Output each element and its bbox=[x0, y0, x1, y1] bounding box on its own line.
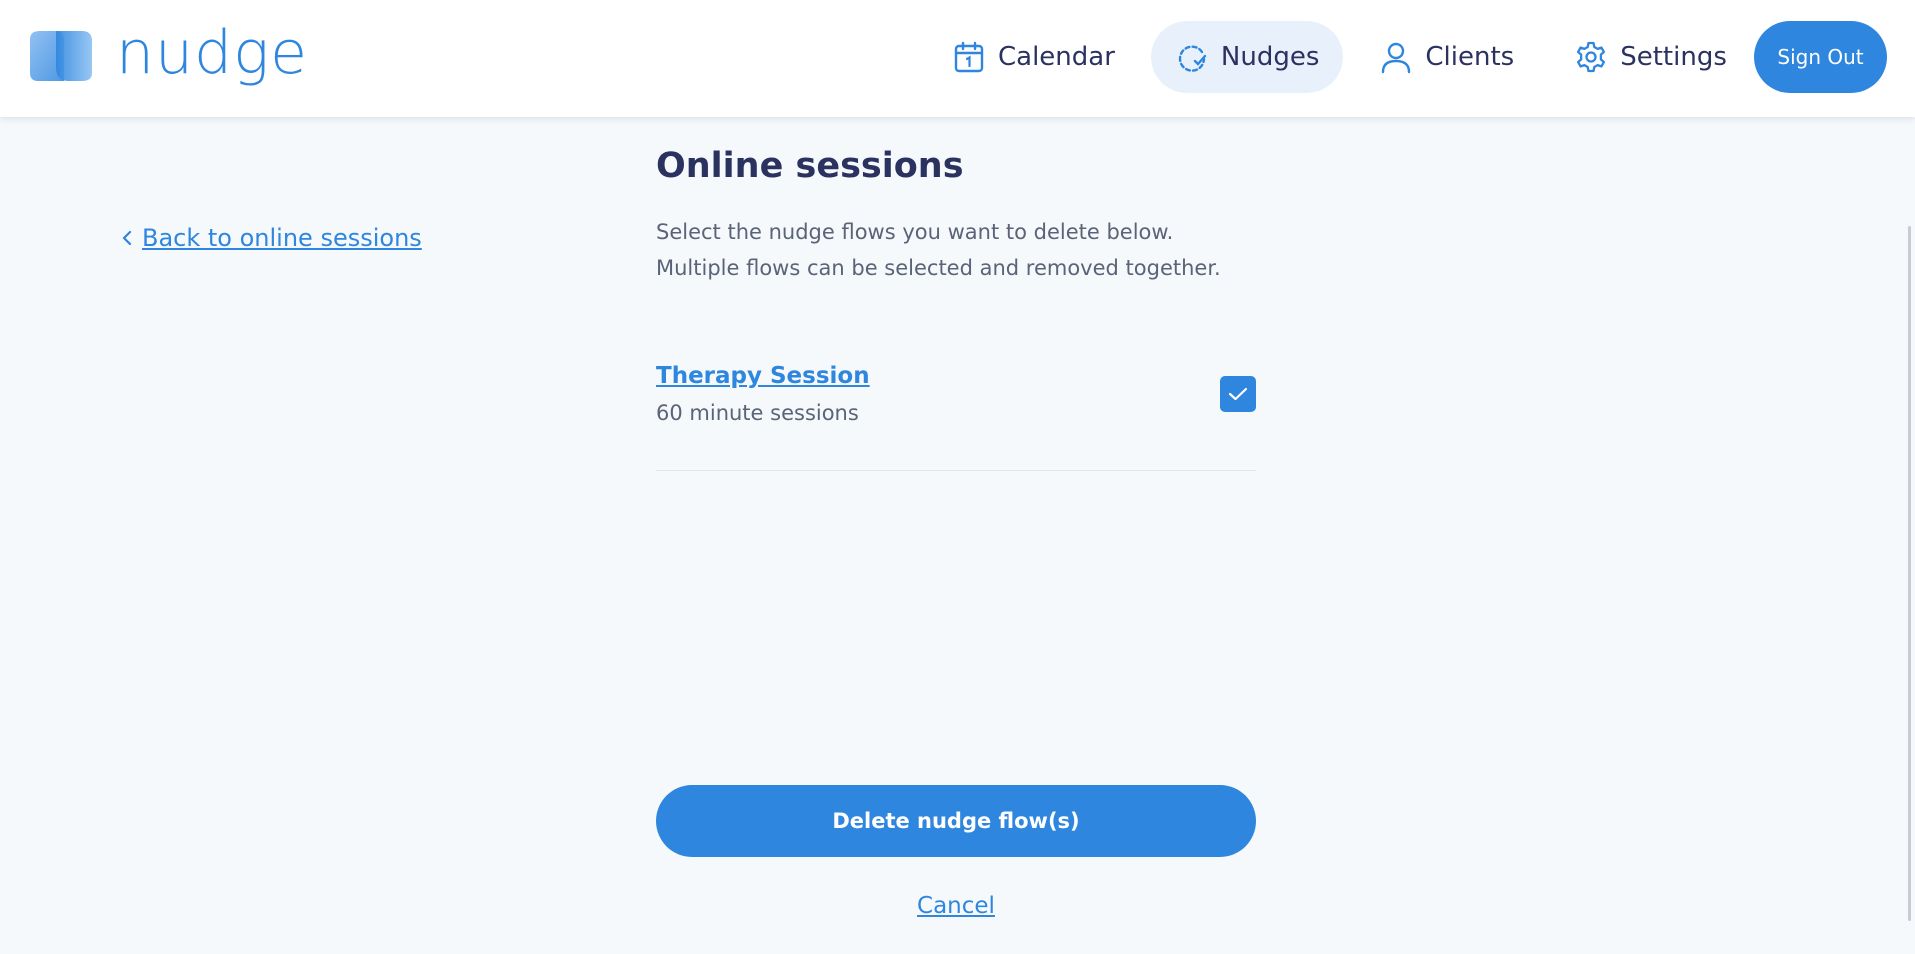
user-icon bbox=[1382, 42, 1411, 74]
back-link-label: Back to online sessions bbox=[142, 224, 422, 252]
main-content: Online sessions Select the nudge flows y… bbox=[656, 140, 1256, 471]
nav-item-clients[interactable]: Clients bbox=[1355, 21, 1538, 93]
nav-item-label: Calendar bbox=[998, 42, 1115, 72]
nav-item-label: Clients bbox=[1425, 42, 1515, 72]
flow-select-checkbox[interactable] bbox=[1220, 376, 1256, 412]
back-to-online-sessions-link[interactable]: Back to online sessions bbox=[120, 224, 422, 252]
nav-item-label: Nudges bbox=[1220, 42, 1320, 72]
scrollbar[interactable] bbox=[1908, 226, 1911, 921]
top-navigation-bar: nudge Calendar Nudges Clients Settings S… bbox=[0, 0, 1915, 117]
nav-item-nudges[interactable]: Nudges bbox=[1150, 21, 1344, 93]
nav-item-label: Settings bbox=[1620, 42, 1727, 72]
page-title: Online sessions bbox=[656, 146, 964, 186]
gear-icon bbox=[1577, 41, 1606, 73]
page-description: Select the nudge flows you want to delet… bbox=[656, 214, 1256, 286]
nav-item-settings[interactable]: Settings bbox=[1550, 21, 1751, 93]
chevron-left-icon bbox=[122, 230, 132, 246]
delete-nudge-flows-button[interactable]: Delete nudge flow(s) bbox=[656, 785, 1256, 857]
sign-out-button[interactable]: Sign Out bbox=[1754, 21, 1887, 93]
checkmark-icon bbox=[1228, 387, 1248, 401]
cancel-link[interactable]: Cancel bbox=[656, 893, 1256, 919]
nudge-logo[interactable]: nudge bbox=[26, 20, 308, 92]
flow-subtitle: 60 minute sessions bbox=[656, 401, 859, 425]
nudge-logo-icon bbox=[30, 31, 92, 81]
nav-item-calendar[interactable]: Calendar bbox=[928, 21, 1139, 93]
main-nav: Calendar Nudges Clients Settings bbox=[928, 21, 1751, 93]
nudges-icon bbox=[1178, 45, 1207, 72]
description-line: Multiple flows can be selected and remov… bbox=[656, 256, 1221, 280]
calendar-icon bbox=[954, 41, 984, 73]
flow-title-link[interactable]: Therapy Session bbox=[656, 360, 870, 392]
list-item: Therapy Session 60 minute sessions bbox=[656, 360, 1256, 471]
nudge-logo-text: nudge bbox=[116, 18, 309, 88]
description-line: Select the nudge flows you want to delet… bbox=[656, 220, 1174, 244]
